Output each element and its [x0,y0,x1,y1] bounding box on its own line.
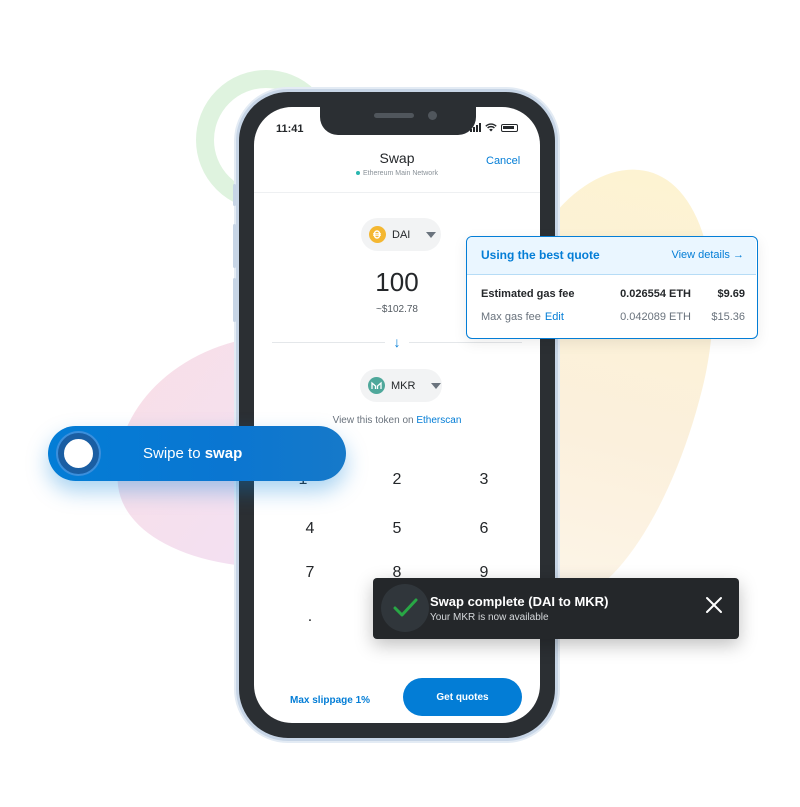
etherscan-link[interactable]: Etherscan [416,415,461,426]
max-gas-usd: $15.36 [711,311,745,323]
status-icons [470,123,518,132]
keypad-key-6[interactable]: 6 [454,520,514,538]
volume-up-button [233,224,236,268]
checkmark-icon [393,598,418,617]
quote-card-title: Using the best quote [481,248,600,262]
swap-complete-toast: Swap complete (DAI to MKR) Your MKR is n… [373,578,739,639]
estimated-gas-eth: 0.026554 ETH [620,288,691,300]
mute-switch [233,184,236,206]
max-gas-eth: 0.042089 ETH [620,311,691,323]
etherscan-prefix: View this token on [332,415,414,426]
dai-token-icon [369,226,386,243]
battery-icon [501,123,518,132]
max-gas-label-group: Max gas fee Edit [481,311,591,323]
swipe-label: Swipe to swap [143,445,242,462]
chevron-down-icon [426,231,437,238]
close-icon[interactable] [703,594,725,616]
network-indicator: Ethereum Main Network [254,170,540,177]
volume-down-button [233,278,236,322]
edit-gas-link[interactable]: Edit [545,311,564,323]
mkr-token-icon [368,377,385,394]
estimated-gas-row: Estimated gas fee 0.026554 ETH $9.69 [481,288,745,300]
from-token-selector[interactable]: DAI [361,218,441,251]
view-details-link[interactable]: View details → [671,249,744,261]
swipe-handle[interactable] [58,433,99,474]
arrow-right-icon: → [733,249,744,261]
view-details-label: View details [671,249,730,261]
best-quote-card: Using the best quote View details → Esti… [466,236,758,339]
max-gas-row: Max gas fee Edit 0.042089 ETH $15.36 [481,311,745,323]
checkmark-icon-container [381,584,429,632]
chevron-down-icon [431,382,442,389]
swipe-to-swap-slider[interactable]: Swipe to swap [48,426,346,481]
keypad-key-3[interactable]: 3 [454,471,514,489]
to-token-selector[interactable]: MKR [360,369,442,402]
header-divider [254,192,540,193]
front-camera [428,111,437,120]
quote-card-header: Using the best quote View details → [467,237,756,275]
network-name: Ethereum Main Network [362,170,439,177]
keypad-key-decimal[interactable]: . [280,608,340,626]
estimated-gas-label: Estimated gas fee [481,288,575,300]
to-token-symbol: MKR [391,379,416,392]
etherscan-hint: View this token on Etherscan [254,415,540,426]
toast-title: Swap complete (DAI to MKR) [430,594,609,609]
max-slippage-button[interactable]: Max slippage 1% [290,695,370,706]
status-signal-icon [470,123,481,132]
keypad-key-5[interactable]: 5 [367,520,427,538]
notch [320,107,476,135]
keypad-key-7[interactable]: 7 [280,564,340,582]
swipe-label-emphasis: swap [204,445,243,462]
cancel-button[interactable]: Cancel [486,155,520,167]
speaker [374,113,414,118]
keypad-key-2[interactable]: 2 [367,471,427,489]
toast-subtitle: Your MKR is now available [430,612,549,623]
from-token-symbol: DAI [392,228,411,241]
keypad-key-4[interactable]: 4 [280,520,340,538]
status-time: 11:41 [276,123,304,135]
swipe-label-prefix: Swipe to [143,445,201,462]
wifi-icon [485,123,497,132]
arrow-down-icon[interactable]: ↓ [385,333,409,351]
get-quotes-button[interactable]: Get quotes [403,678,522,716]
max-gas-label: Max gas fee [481,311,541,323]
estimated-gas-usd: $9.69 [717,288,745,300]
phone-frame: 11:41 Swap Ethereum Main Network Cancel … [233,89,561,741]
network-status-dot [355,171,360,176]
